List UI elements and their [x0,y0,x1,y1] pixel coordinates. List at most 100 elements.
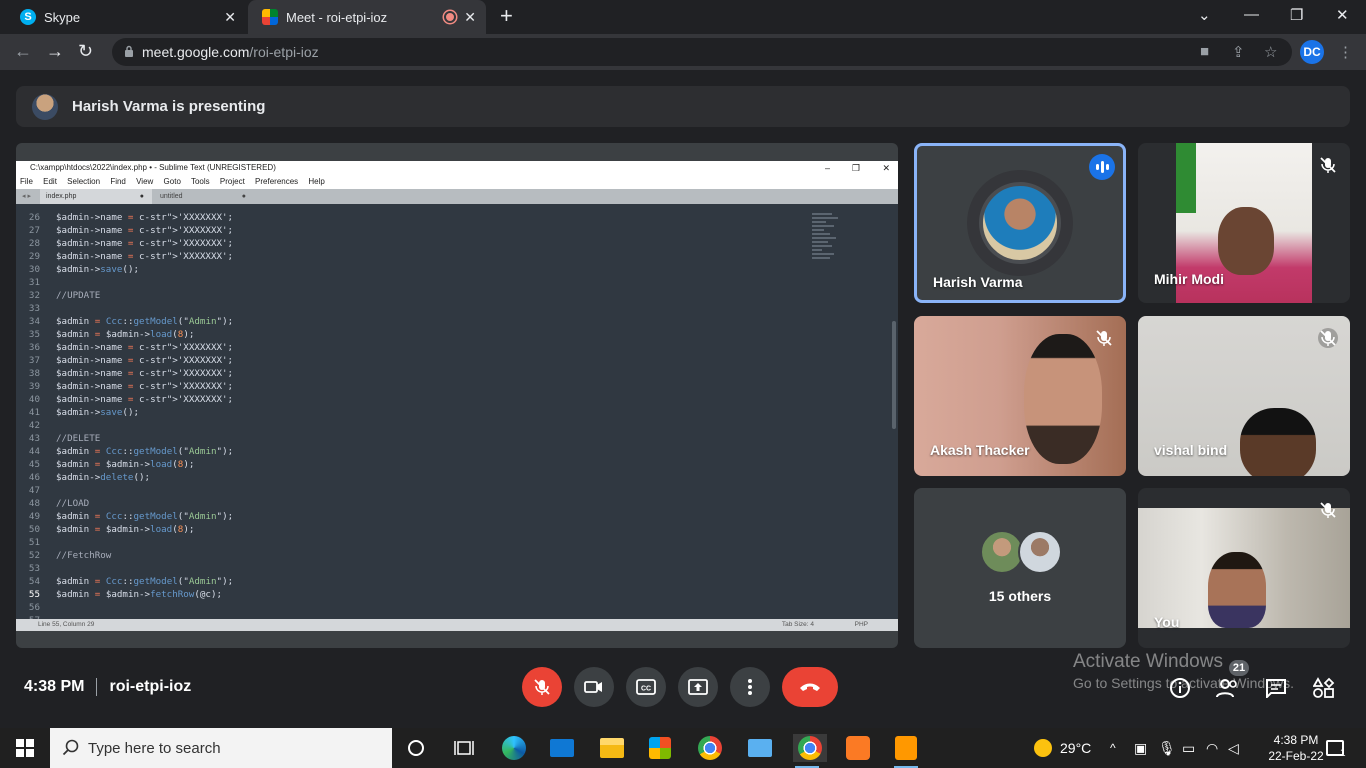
weather-widget[interactable]: 29°C [1034,728,1091,768]
participant-video [1024,334,1102,464]
code-line: 49 $admin = Ccc::getModel("Admin"); [16,510,816,523]
chevron-down-icon[interactable]: ⌄ [1198,6,1211,24]
meet-tray-icon[interactable]: ▣ [1134,728,1147,768]
chrome-icon [798,736,822,760]
restore-icon[interactable]: ❐ [1290,6,1303,24]
code-text: $admin->name = c-str">'XXXXXXX'; [56,394,234,405]
xampp-app[interactable] [844,734,872,762]
start-button[interactable] [11,734,39,762]
google-meet-icon [262,9,278,25]
unsaved-dot-icon: ● [241,193,246,200]
code-line: 39 $admin->name = c-str">'XXXXXXX'; [16,380,816,393]
edge-app[interactable] [500,734,528,762]
participant-tile-harish[interactable]: Harish Varma [914,143,1126,303]
mail-app[interactable] [548,734,576,762]
participant-tile-akash[interactable]: Akash Thacker [914,316,1126,476]
volume-icon[interactable]: ◁ [1228,728,1239,768]
code-line: 43 //DELETE [16,432,816,445]
code-line: 52 //FetchRow [16,549,816,562]
new-tab-icon[interactable]: + [500,5,513,27]
syntax: PHP [854,621,868,628]
back-icon[interactable]: ← [14,41,32,62]
tab-skype[interactable]: S Skype ✕ [6,0,246,34]
sublime-scrollbar [892,321,896,429]
leave-call-button[interactable] [782,667,838,707]
camera-icon[interactable]: ■ [1200,43,1209,60]
task-view-button[interactable] [450,734,478,762]
participant-tile-vishal[interactable]: vishal bind [1138,316,1350,476]
participant-tile-you[interactable]: You [1138,488,1350,648]
info-icon [1170,678,1190,698]
sublime-app[interactable] [892,734,920,768]
tab-title: Skype [44,9,81,25]
notifications-button[interactable]: 1 [1326,728,1346,768]
pc-app[interactable] [746,734,774,762]
participant-tile-mihir[interactable]: Mihir Modi [1138,143,1350,303]
minimap [812,213,840,293]
mic-off-icon [1096,330,1112,346]
close-tab-icon[interactable]: ✕ [224,9,236,26]
close-tab-icon[interactable]: ✕ [464,9,476,26]
code-text: $admin->delete(); [56,472,151,483]
code-text: $admin->name = c-str">'XXXXXXX'; [56,225,234,236]
lock-icon [125,45,133,57]
wifi-icon[interactable]: ◠ [1206,728,1218,768]
bookmark-star-icon[interactable]: ☆ [1264,43,1277,61]
code-line: 42 [16,419,816,432]
line-number: 35 [28,329,40,340]
self-video [1138,508,1350,628]
mic-off-icon [1320,157,1336,173]
chrome-app[interactable] [696,734,724,762]
show-hidden-icons[interactable]: ^ [1110,728,1116,768]
participant-video [1240,408,1316,476]
forward-icon[interactable]: → [46,41,64,62]
hang-up-icon [800,683,820,691]
more-options-button[interactable] [730,667,770,707]
microphone-icon[interactable]: 🎙 [1158,728,1176,768]
participant-tile-others[interactable]: 15 others [914,488,1126,648]
presenting-banner: Harish Varma is presenting [16,86,1350,127]
code-line: 41 $admin->save(); [16,406,816,419]
reload-icon[interactable]: ↻ [78,41,93,62]
sublime-title-bar: C:\xampp\htdocs\2022\index.php • - Subli… [16,161,898,175]
menu-item: Tools [190,177,210,186]
address-bar[interactable]: meet.google.com/roi-etpi-ioz [112,38,1292,66]
battery-icon[interactable]: ▭ [1182,728,1195,768]
menu-icon[interactable]: ⋮ [1338,43,1353,61]
line-number: 32 [28,290,40,301]
chat-button[interactable] [1264,676,1288,700]
close-window-icon[interactable]: ✕ [1336,6,1349,24]
more-vertical-icon [748,679,752,695]
profile-avatar[interactable]: DC [1300,40,1324,64]
code-text: $admin->name = c-str">'XXXXXXX'; [56,342,234,353]
code-line: 28 $admin->name = c-str">'XXXXXXX'; [16,237,816,250]
minimize-icon[interactable]: — [1244,6,1259,23]
captions-button[interactable]: CC [626,667,666,707]
activities-button[interactable] [1312,676,1336,700]
chrome-profile-app[interactable] [793,734,827,768]
meeting-details-button[interactable] [1168,676,1192,700]
menu-item: Preferences [255,177,299,186]
menu-item: Help [308,177,325,186]
share-icon[interactable]: ⇪ [1232,43,1245,61]
taskbar-search[interactable]: Type here to search [50,728,392,768]
line-number: 53 [28,563,40,574]
store-icon [649,737,671,759]
url-host: meet.google.com [142,44,250,60]
cortana-button[interactable] [402,734,430,762]
people-button[interactable] [1216,676,1240,700]
meeting-info: 4:38 PM roi-etpi-ioz [24,678,191,696]
camera-toggle-button[interactable] [574,667,614,707]
file-explorer-app[interactable] [598,734,626,762]
line-number: 43 [28,433,40,444]
code-text: $admin->name = c-str">'XXXXXXX'; [56,238,234,249]
line-number: 51 [28,537,40,548]
store-app[interactable] [646,734,674,762]
mic-toggle-button[interactable] [522,667,562,707]
tab-meet[interactable]: Meet - roi-etpi-ioz ✕ [248,0,486,34]
participant-name: vishal bind [1154,442,1228,458]
sublime-text-icon [895,736,917,760]
code-text: $admin->name = c-str">'XXXXXXX'; [56,212,234,223]
present-button[interactable] [678,667,718,707]
taskbar-clock[interactable]: 4:38 PM 22-Feb-22 [1262,732,1330,764]
